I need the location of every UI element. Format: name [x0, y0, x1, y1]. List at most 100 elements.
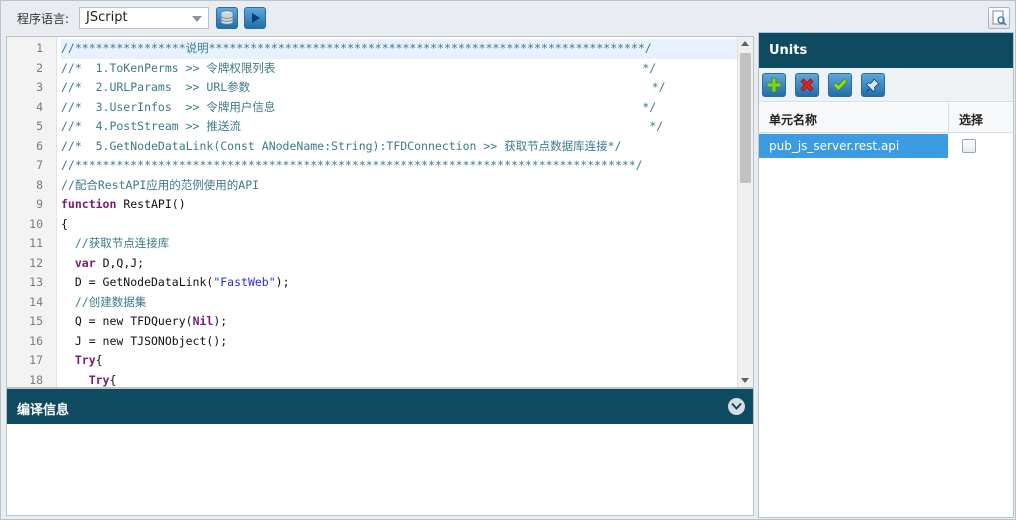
code-keyword: Nil — [192, 314, 214, 328]
compile-info-title: 编译信息 — [17, 403, 70, 418]
code-line[interactable]: //**************************************… — [61, 156, 737, 176]
collapse-button[interactable] — [728, 398, 745, 415]
code-comment: //**************************************… — [61, 158, 643, 172]
code-line[interactable]: Try{ — [61, 371, 737, 388]
code-comment: //****************说明********************… — [61, 41, 652, 55]
line-number: 3 — [36, 80, 43, 94]
code-string: "FastWeb" — [213, 275, 276, 289]
code-keyword: var — [74, 255, 96, 270]
code-comment: //* 5.GetNodeDataLink(Const ANodeName:St… — [61, 138, 622, 153]
database-button[interactable] — [216, 7, 238, 29]
units-toolbar — [759, 68, 1013, 102]
play-icon — [252, 13, 260, 23]
table-row[interactable]: pub_js_server.rest.api — [759, 134, 1013, 158]
line-number: 14 — [29, 294, 43, 309]
code-line[interactable]: //* 1.ToKenPerms >> 令牌权限列表 */ — [61, 59, 737, 79]
code-comment: //创建数据集 — [61, 294, 147, 309]
line-number: 4 — [36, 99, 43, 114]
compile-info-header: 编译信息 — [7, 389, 753, 424]
app-window: 程序语言: JScript 1 2 3 4 5 6 7 8 9 10 11 12 13 — [0, 0, 1016, 520]
chevron-down-icon — [192, 16, 202, 22]
code-text: ); — [275, 275, 290, 289]
line-number: 1 — [36, 41, 43, 55]
code-keyword: Try — [74, 353, 96, 367]
code-text: D = GetNodeDataLink( — [61, 275, 214, 289]
preview-button[interactable] — [988, 7, 1010, 29]
code-line[interactable]: //* 5.GetNodeDataLink(Const ANodeName:St… — [61, 137, 737, 157]
code-comment: //* 4.PostStream >> 推送流 */ — [61, 119, 664, 133]
code-editor[interactable]: 1 2 3 4 5 6 7 8 9 10 11 12 13 14 15 16 17 18 //**********… — [6, 36, 754, 388]
column-header-unit-name[interactable]: 单元名称 — [769, 111, 817, 128]
language-label: 程序语言: — [17, 12, 70, 26]
line-number: 2 — [36, 60, 43, 75]
select-checkbox[interactable] — [962, 139, 976, 153]
units-header: Units — [759, 33, 1013, 68]
top-toolbar: 程序语言: JScript — [2, 2, 1016, 33]
line-number: 11 — [29, 236, 43, 250]
language-select-value: JScript — [86, 10, 128, 25]
units-title: Units — [769, 43, 808, 58]
code-keyword: function — [61, 197, 117, 211]
unit-name-cell[interactable]: pub_js_server.rest.api — [759, 134, 948, 158]
code-line[interactable]: //****************说明********************… — [61, 39, 737, 59]
code-comment: //* 2.URLParams >> URL参数 */ — [61, 80, 666, 94]
code-line[interactable]: //获取节点连接库 — [61, 234, 737, 254]
code-text: Q = new TFDQuery( — [61, 314, 193, 328]
close-icon — [800, 78, 814, 92]
code-line[interactable]: //* 3.UserInfos >> 令牌用户信息 */ — [61, 98, 737, 118]
column-divider — [948, 103, 949, 133]
line-number-gutter: 1 2 3 4 5 6 7 8 9 10 11 12 13 14 15 16 17 18 — [7, 37, 57, 387]
database-icon — [220, 10, 234, 25]
code-text: RestAPI() — [116, 197, 186, 211]
language-select[interactable]: JScript — [79, 7, 209, 29]
line-number: 12 — [29, 255, 43, 270]
code-text: { — [95, 353, 103, 367]
line-number: 6 — [36, 138, 43, 153]
column-header-select[interactable]: 选择 — [959, 111, 983, 128]
editor-vertical-scrollbar[interactable] — [737, 37, 753, 387]
line-number: 13 — [29, 275, 43, 289]
pin-icon — [865, 78, 880, 93]
line-number: 8 — [36, 177, 43, 192]
line-number: 17 — [29, 353, 43, 367]
confirm-button[interactable] — [828, 73, 852, 97]
line-number: 16 — [29, 333, 43, 348]
code-line[interactable]: { — [61, 215, 737, 235]
run-button[interactable] — [244, 7, 266, 29]
delete-unit-button[interactable] — [795, 73, 819, 97]
code-line[interactable]: J = new TJSONObject(); — [61, 332, 737, 352]
add-unit-button[interactable] — [762, 73, 786, 97]
line-number: 15 — [29, 314, 43, 328]
code-comment: //获取节点连接库 — [61, 236, 170, 250]
code-line[interactable]: var D,Q,J; — [61, 254, 737, 274]
code-comment: //配合RestAPI应用的范例使用的API — [61, 177, 260, 192]
code-text: { — [109, 372, 117, 387]
code-line[interactable]: //* 4.PostStream >> 推送流 */ — [61, 117, 737, 137]
code-comment: //* 3.UserInfos >> 令牌用户信息 */ — [61, 99, 657, 114]
code-line[interactable]: //* 2.URLParams >> URL参数 */ — [61, 78, 737, 98]
line-number: 10 — [29, 216, 43, 231]
units-table-header: 单元名称 选择 — [759, 103, 1013, 133]
scroll-down-arrow-icon[interactable] — [741, 378, 749, 383]
code-line[interactable]: //配合RestAPI应用的范例使用的API — [61, 176, 737, 196]
code-line[interactable]: //创建数据集 — [61, 293, 737, 313]
compile-info-panel: 编译信息 — [6, 388, 754, 516]
chevron-down-icon — [731, 402, 742, 410]
code-line[interactable]: function RestAPI() — [61, 195, 737, 215]
code-text: { — [61, 216, 68, 231]
document-search-icon — [992, 10, 1007, 26]
units-panel: Units 单元名称 选择 pub_js_server.rest.api — [758, 32, 1014, 518]
plus-icon — [766, 77, 782, 93]
scroll-up-arrow-icon[interactable] — [741, 41, 749, 46]
code-line[interactable]: Try{ — [61, 351, 737, 371]
scrollbar-thumb[interactable] — [740, 53, 751, 183]
code-line[interactable]: Q = new TFDQuery(Nil); — [61, 312, 737, 332]
code-text: D,Q,J; — [95, 255, 145, 270]
code-comment: //* 1.ToKenPerms >> 令牌权限列表 */ — [61, 60, 657, 75]
checkmark-icon — [833, 78, 848, 92]
pin-button[interactable] — [861, 73, 885, 97]
code-text: J = new TJSONObject(); — [61, 333, 228, 348]
code-line[interactable]: D = GetNodeDataLink("FastWeb"); — [61, 273, 737, 293]
code-keyword: Try — [88, 372, 110, 387]
